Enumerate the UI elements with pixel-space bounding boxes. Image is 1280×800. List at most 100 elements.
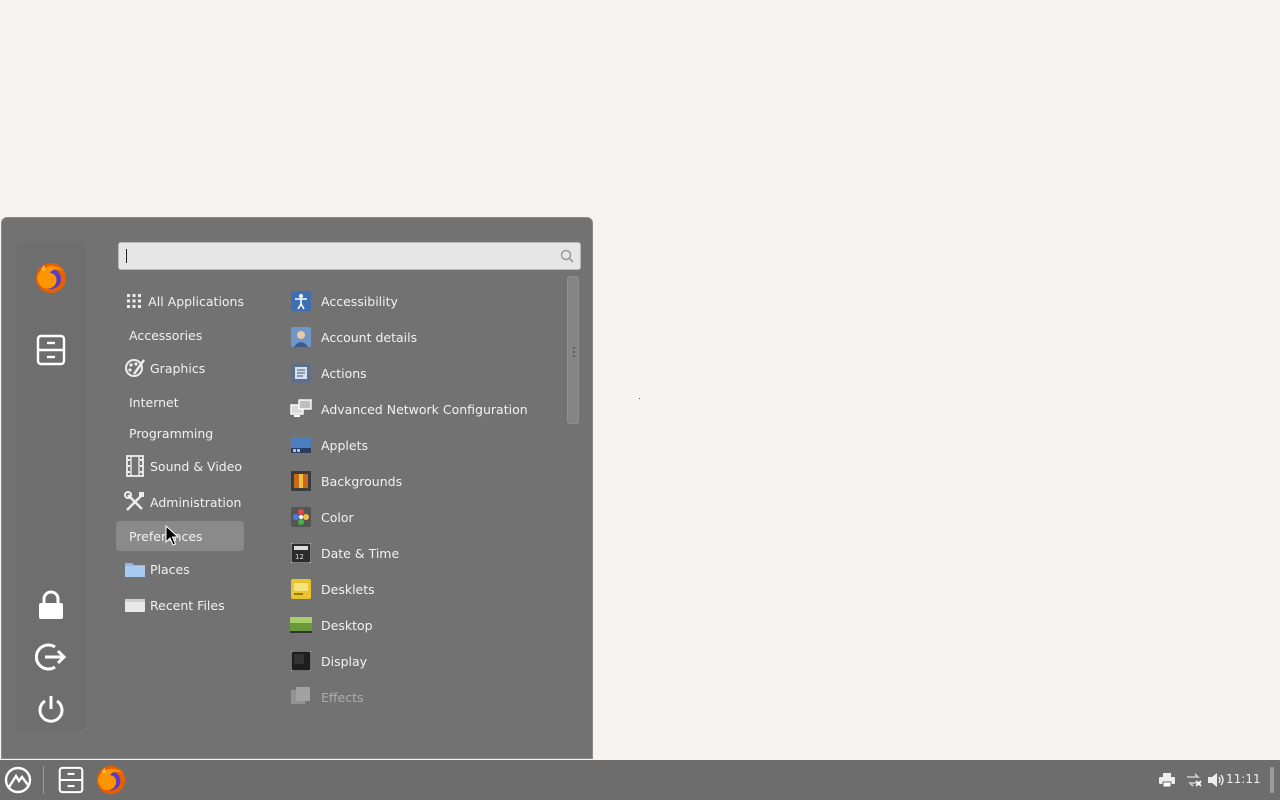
category-all-applications[interactable]: All Applications [116,286,244,316]
menu-sidebar [16,242,85,730]
category-label: Internet [129,394,179,410]
category-label: Administration [150,494,242,510]
category-label: Places [150,561,190,577]
scrollbar-grip [573,347,575,349]
category-sound-video[interactable]: Sound & Video [116,451,244,481]
app-label: Desklets [321,581,375,597]
category-label: Graphics [150,360,206,376]
search-input[interactable] [125,246,559,268]
category-label: Recent Files [150,597,225,613]
grid-icon [124,290,144,312]
text-caret [126,249,127,263]
firefox-icon [36,263,66,293]
svg-text:12: 12 [295,553,304,561]
date-time-icon: 12 [290,542,312,564]
folder-icon [124,558,146,580]
app-label: Backgrounds [321,473,403,489]
effects-icon [290,686,312,708]
show-desktop-button[interactable] [1268,760,1276,800]
app-advanced-network-configuration[interactable]: Advanced Network Configuration [286,394,528,424]
printer-tray-button[interactable] [1157,760,1177,800]
scrollbar-grip [573,355,575,357]
app-label: Display [321,653,368,669]
category-label: Programming [129,425,214,441]
desktop-background [639,398,640,399]
category-recent-files[interactable]: Recent Files [116,590,244,620]
app-date-time[interactable]: 12 Date & Time [286,538,399,568]
category-label: All Applications [148,293,244,309]
printer-icon [1159,773,1175,787]
app-label: Color [321,509,354,525]
app-desklets[interactable]: Desklets [286,574,375,604]
network-icon [290,398,312,420]
network-disconnected-icon [1187,773,1202,787]
volume-icon [1208,773,1224,787]
app-label: Date & Time [321,545,400,561]
app-label: Desktop [321,617,373,633]
scrollbar-grip [573,351,575,353]
app-display[interactable]: Display [286,646,367,676]
app-effects[interactable]: Effects [286,682,364,712]
app-label: Actions [321,365,367,381]
app-actions[interactable]: Actions [286,358,367,388]
file-manager-favorite-button[interactable] [32,331,70,369]
menu-launcher-icon [4,766,32,794]
search-icon [560,249,574,263]
logout-icon [35,643,67,671]
app-label: Advanced Network Configuration [321,401,528,417]
mouse-pointer-icon [165,525,179,546]
logout-button[interactable] [32,638,70,676]
app-color[interactable]: Color [286,502,354,532]
scrollbar-thumb[interactable] [567,276,579,424]
accessibility-icon [290,290,312,312]
category-preferences[interactable]: Preferences [116,521,244,551]
firefox-icon [96,765,126,795]
category-graphics[interactable]: Graphics [116,353,244,383]
power-button[interactable] [32,690,70,728]
app-applets[interactable]: Applets [286,430,368,460]
firefox-favorite-button[interactable] [32,259,70,297]
app-backgrounds[interactable]: Backgrounds [286,466,402,496]
film-icon [124,455,146,477]
lock-screen-icon [39,590,63,619]
taskbar-separator [42,760,44,800]
category-label: Sound & Video [150,458,243,474]
account-icon [290,326,312,348]
actions-icon [290,362,312,384]
app-list-scrollbar[interactable] [566,276,581,721]
app-label: Accessibility [321,293,398,309]
color-icon [290,506,312,528]
display-icon [290,650,312,672]
application-list: Accessibility Account details Actions Ad… [286,284,566,714]
volume-tray-button[interactable] [1206,760,1226,800]
category-label: Accessories [129,327,203,343]
recent-files-icon [124,594,146,616]
power-icon [38,696,64,723]
desklets-icon [290,578,312,600]
menu-launcher-button[interactable] [2,760,34,800]
category-administration[interactable]: Administration [116,487,244,517]
app-accessibility[interactable]: Accessibility [286,286,398,316]
category-programming[interactable]: Programming [116,418,244,448]
category-places[interactable]: Places [116,554,244,584]
lock-screen-button[interactable] [32,586,70,624]
application-menu: All Applications Accessories Graphics In… [1,217,593,759]
file-manager-icon [36,334,66,366]
app-desktop[interactable]: Desktop [286,610,373,640]
file-manager-icon [58,766,84,794]
category-accessories[interactable]: Accessories [116,320,244,350]
app-label: Effects [321,689,364,705]
app-label: Applets [321,437,368,453]
taskbar: 11:11 [0,760,1280,800]
applets-icon [290,434,312,456]
backgrounds-icon [290,470,312,492]
search-box[interactable] [118,242,581,270]
network-tray-button[interactable] [1184,760,1204,800]
taskbar-file-manager-launcher[interactable] [55,760,87,800]
category-internet[interactable]: Internet [116,387,244,417]
clock[interactable]: 11:11 [1226,772,1261,786]
app-label: Account details [321,329,418,345]
taskbar-firefox-launcher[interactable] [94,760,128,800]
app-account-details[interactable]: Account details [286,322,417,352]
graphics-icon [124,357,146,379]
